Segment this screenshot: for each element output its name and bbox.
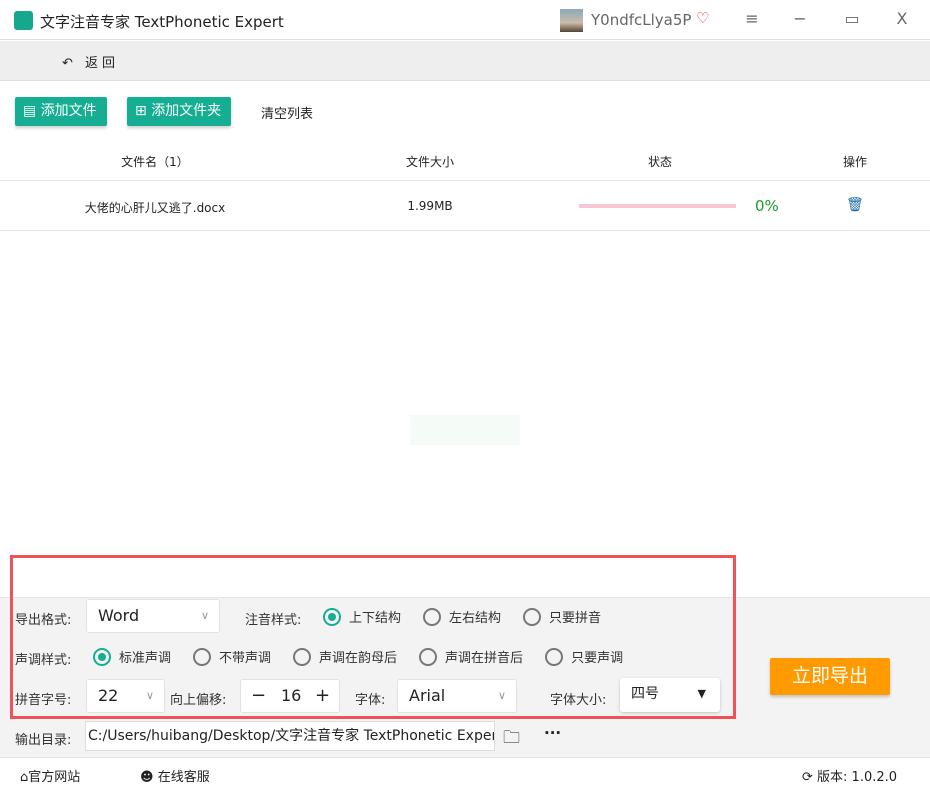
folder-add-icon: ⊞ bbox=[135, 103, 147, 119]
title-bar: 文字注音专家 TextPhonetic Expert Y0ndfcLlya5P … bbox=[0, 0, 930, 40]
version-label: 版本: 1.0.2.0 bbox=[817, 770, 898, 785]
output-path-input[interactable]: C:/Users/huibang/Desktop/文字注音专家 TextPhon… bbox=[85, 721, 495, 751]
add-file-label: 添加文件 bbox=[40, 103, 97, 119]
add-folder-button[interactable]: ⊞ 添加文件夹 bbox=[127, 97, 232, 126]
support-label: 在线客服 bbox=[157, 770, 210, 785]
export-button[interactable]: 立即导出 bbox=[770, 658, 890, 695]
app-logo-icon bbox=[14, 11, 33, 30]
vip-icon[interactable]: ♡ bbox=[696, 9, 709, 27]
header-filename: 文件名（1） bbox=[121, 155, 189, 169]
back-button[interactable]: ↶ 返回 bbox=[62, 52, 119, 71]
progress-percent: 0% bbox=[755, 197, 779, 215]
menu-button[interactable]: ≡ bbox=[740, 9, 764, 28]
output-label: 输出目录: bbox=[15, 733, 72, 748]
file-size: 1.99MB bbox=[407, 199, 453, 213]
user-avatar[interactable] bbox=[560, 9, 583, 32]
back-arrow-icon: ↶ bbox=[62, 56, 77, 71]
minimize-button[interactable]: − bbox=[788, 9, 812, 28]
nav-bar: ↶ 返回 bbox=[0, 41, 930, 81]
support-icon: ☻ bbox=[140, 770, 154, 785]
back-label: 返回 bbox=[85, 56, 120, 71]
app-title: 文字注音专家 TextPhonetic Expert bbox=[40, 13, 284, 31]
website-link[interactable]: ⌂官方网站 bbox=[20, 766, 80, 785]
toast bbox=[410, 415, 520, 445]
file-name: 大佬的心肝儿又逃了.docx bbox=[84, 201, 226, 215]
version-info[interactable]: ⟳ 版本: 1.0.2.0 bbox=[802, 766, 897, 785]
add-folder-label: 添加文件夹 bbox=[151, 103, 222, 119]
delete-icon[interactable]: 🗑 bbox=[846, 197, 864, 213]
add-file-button[interactable]: ▤ 添加文件 bbox=[15, 97, 107, 126]
close-button[interactable]: X bbox=[890, 9, 914, 28]
footer: ⌂官方网站 ☻ 在线客服 ⟳ 版本: 1.0.2.0 bbox=[0, 757, 930, 790]
maximize-button[interactable]: ▭ bbox=[840, 9, 864, 28]
file-icon: ▤ bbox=[23, 103, 37, 119]
clear-list-button[interactable]: 清空列表 bbox=[261, 103, 313, 122]
header-status: 状态 bbox=[647, 155, 672, 169]
header-action: 操作 bbox=[842, 155, 867, 169]
progress-bar bbox=[579, 204, 736, 208]
username[interactable]: Y0ndfcLlya5P bbox=[591, 11, 691, 29]
header-size: 文件大小 bbox=[405, 155, 454, 169]
highlight-box bbox=[10, 555, 736, 719]
refresh-icon: ⟳ bbox=[802, 770, 813, 785]
website-label: 官方网站 bbox=[28, 770, 81, 785]
table-row: 大佬的心肝儿又逃了.docx 1.99MB bbox=[0, 180, 930, 231]
folder-open-icon[interactable]: 🗀 bbox=[503, 725, 520, 754]
more-button[interactable]: ··· bbox=[544, 724, 561, 742]
support-link[interactable]: ☻ 在线客服 bbox=[140, 766, 210, 785]
